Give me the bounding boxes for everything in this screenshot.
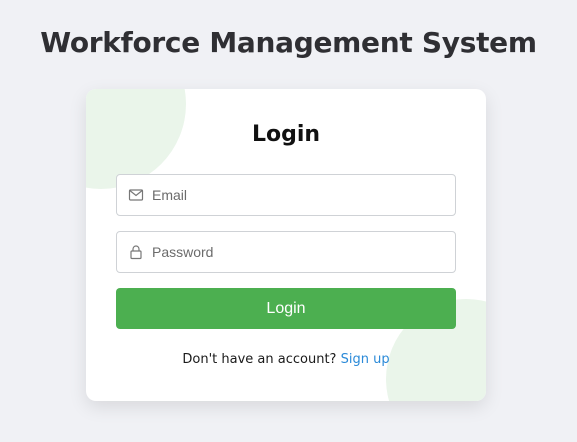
app-title: Workforce Management System: [40, 26, 537, 59]
login-button[interactable]: Login: [116, 288, 456, 329]
mail-icon: [128, 187, 144, 203]
password-input[interactable]: [152, 232, 447, 272]
lock-icon: [128, 244, 144, 260]
signup-row: Don't have an account? Sign up: [86, 352, 486, 367]
login-title: Login: [251, 122, 321, 147]
signup-prompt: Don't have an account?: [182, 352, 337, 367]
signup-link[interactable]: Sign up: [341, 352, 390, 367]
email-field[interactable]: [116, 174, 456, 216]
password-field[interactable]: [116, 231, 456, 273]
login-page: Workforce Management System Login Email …: [0, 0, 577, 442]
email-input[interactable]: [152, 175, 447, 215]
login-card: Login Login Don't have an account?: [86, 89, 486, 401]
